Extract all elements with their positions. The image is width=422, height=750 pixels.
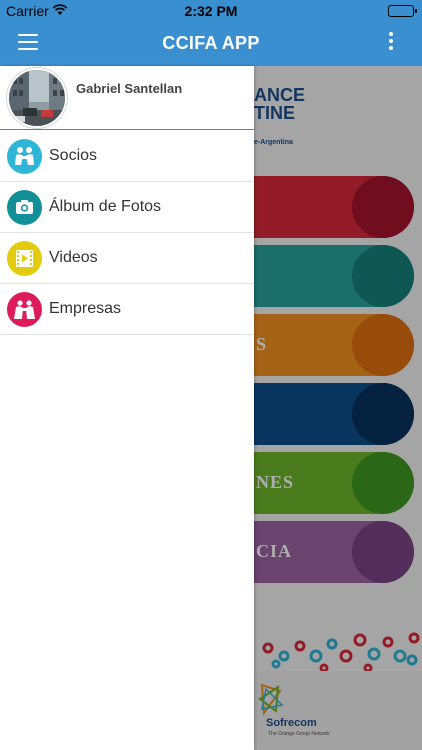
menu-item-label: Videos bbox=[49, 249, 98, 266]
status-time: 2:32 PM bbox=[184, 3, 238, 19]
menu-item-socios[interactable]: Socios bbox=[0, 131, 254, 182]
menu-item-videos[interactable]: Videos bbox=[0, 233, 254, 284]
menu-item-album-de-fotos[interactable]: Álbum de Fotos bbox=[0, 182, 254, 233]
menu-item-label: Socios bbox=[49, 147, 98, 164]
app-title: CCIFA APP bbox=[162, 33, 260, 53]
camera-icon bbox=[7, 190, 42, 225]
navigation-drawer: Gabriel Santellan Socios Álbum de Fotos … bbox=[0, 66, 254, 750]
building-icon bbox=[7, 292, 42, 327]
film-icon bbox=[7, 241, 42, 276]
drawer-menu: Socios Álbum de Fotos Videos Empresas bbox=[0, 131, 254, 335]
more-options-icon[interactable] bbox=[388, 32, 394, 54]
battery-icon bbox=[388, 5, 417, 17]
handshake-icon bbox=[7, 139, 42, 174]
profile-header[interactable]: Gabriel Santellan bbox=[0, 66, 254, 130]
navigation-bar: CCIFA APP bbox=[0, 22, 422, 66]
menu-item-label: Empresas bbox=[49, 300, 122, 317]
status-bar: Carrier 2:32 PM bbox=[0, 0, 422, 22]
menu-item-empresas[interactable]: Empresas bbox=[0, 284, 254, 335]
avatar bbox=[7, 68, 67, 128]
user-name: Gabriel Santellan bbox=[76, 81, 183, 96]
menu-item-label: Álbum de Fotos bbox=[49, 198, 162, 215]
